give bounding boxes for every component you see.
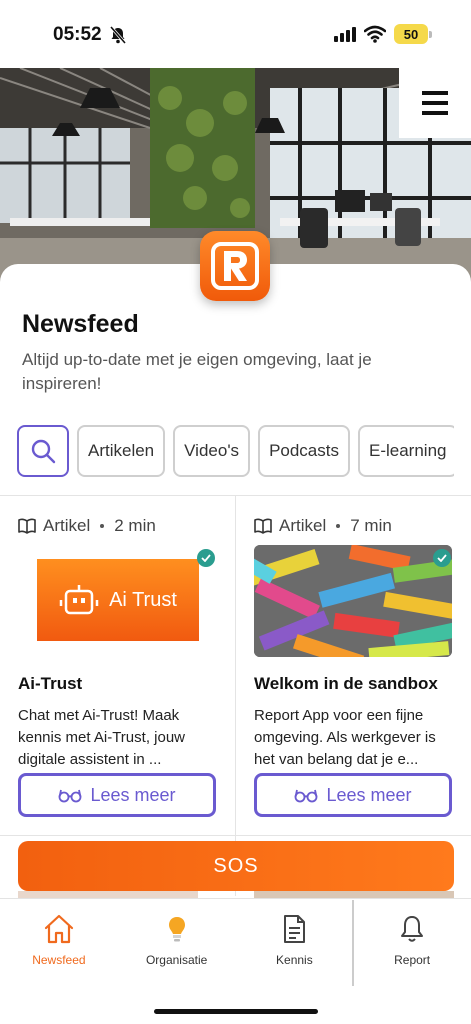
nav-label: Kennis <box>276 953 313 967</box>
cellular-signal-icon <box>334 27 356 42</box>
search-icon <box>31 439 56 464</box>
read-more-label: Lees meer <box>90 784 176 805</box>
nav-item-newsfeed[interactable]: Newsfeed <box>0 899 118 990</box>
battery-tip <box>429 31 432 38</box>
card-thumbnail: Ai Trust <box>18 545 216 657</box>
glasses-icon <box>59 789 82 803</box>
card-description: Chat met Ai-Trust! Maak kennis met Ai-Tr… <box>18 707 185 768</box>
search-button[interactable] <box>17 425 69 477</box>
lightbulb-icon <box>168 917 185 942</box>
check-icon <box>197 549 215 567</box>
filter-chip-artikelen[interactable]: Artikelen <box>77 425 166 477</box>
book-icon <box>18 518 36 534</box>
card-thumbnail <box>254 545 452 657</box>
menu-button[interactable] <box>399 68 471 138</box>
nav-label: Organisatie <box>145 953 208 967</box>
nav-item-kennis[interactable]: Kennis <box>236 899 354 990</box>
card-type: Artikel <box>43 516 91 535</box>
article-card[interactable]: Artikel 7 min Welkom in de sandbox Repor… <box>236 497 470 835</box>
battery-level: 50 <box>403 26 419 42</box>
document-icon <box>284 915 306 943</box>
welcome-words-image <box>254 545 452 657</box>
glasses-icon <box>295 789 318 803</box>
status-bar: 05:52 50 <box>0 0 471 68</box>
battery-indicator: 50 <box>394 24 428 44</box>
separator-dot <box>336 524 341 528</box>
colorful-paper-strips <box>254 545 452 657</box>
nav-label: Report <box>394 953 431 967</box>
sos-button[interactable]: SOS <box>18 841 454 891</box>
robot-icon <box>59 585 99 615</box>
card-duration: 2 min <box>114 516 156 535</box>
card-meta: Artikel 2 min <box>18 516 156 536</box>
bell-off-icon <box>110 26 126 44</box>
filter-chip-videos[interactable]: Video's <box>173 425 251 477</box>
ai-trust-banner: Ai Trust <box>37 559 199 641</box>
logo-mark <box>211 242 259 290</box>
home-indicator <box>154 1009 318 1014</box>
hamburger-line <box>422 91 448 95</box>
page-subtitle: Altijd up-to-date met je eigen omgeving,… <box>22 350 372 393</box>
page-title: Newsfeed <box>22 310 139 338</box>
hamburger-line <box>422 111 448 115</box>
read-more-button[interactable]: Lees meer <box>18 773 216 817</box>
card-duration: 7 min <box>350 516 392 535</box>
bottom-navigation: Newsfeed Organisatie Kennis Report <box>0 898 471 990</box>
thumbnail-text: Ai Trust <box>109 588 177 611</box>
hamburger-line <box>422 101 448 105</box>
card-meta: Artikel 7 min <box>254 516 392 536</box>
bell-icon <box>401 916 424 942</box>
card-type: Artikel <box>279 516 327 535</box>
logo-r-icon <box>224 251 247 281</box>
clock: 05:52 <box>53 24 102 45</box>
read-more-label: Lees meer <box>326 784 412 805</box>
card-title: Ai-Trust <box>18 674 83 693</box>
book-icon <box>254 518 272 534</box>
home-icon <box>44 914 73 944</box>
read-more-button[interactable]: Lees meer <box>254 773 452 817</box>
card-title: Welkom in de sandbox <box>254 674 438 693</box>
check-icon <box>433 549 451 567</box>
filter-bar: Artikelen Video's Podcasts E-learning <box>17 425 454 477</box>
nav-item-report[interactable]: Report <box>353 899 471 990</box>
filter-chip-elearning[interactable]: E-learning <box>358 425 454 477</box>
article-card[interactable]: Artikel 2 min Ai Trust Ai-Trust Chat met… <box>0 497 234 835</box>
nav-label: Newsfeed <box>32 953 86 967</box>
separator-dot <box>100 524 105 528</box>
wifi-icon <box>364 25 386 43</box>
nav-divider <box>352 900 354 986</box>
app-logo <box>200 231 270 301</box>
filter-chip-podcasts[interactable]: Podcasts <box>258 425 350 477</box>
card-description: Report App voor een fijne omgeving. Als … <box>254 707 436 768</box>
nav-item-organisatie[interactable]: Organisatie <box>118 899 236 990</box>
